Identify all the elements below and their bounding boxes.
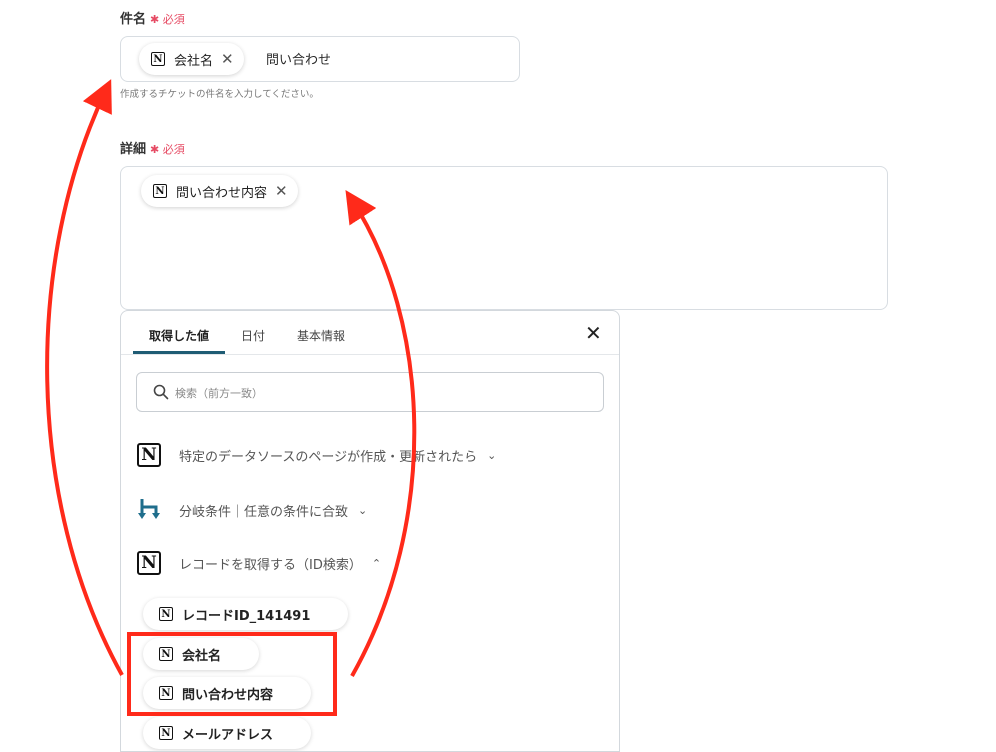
subject-help-text: 作成するチケットの件名を入力してください。 [120, 89, 319, 100]
subject-field[interactable]: N 会社名 ✕ 問い合わせ [120, 36, 520, 82]
tab-retrieved-values[interactable]: 取得した値 [149, 327, 209, 344]
value-item-email[interactable]: N メールアドレス [143, 717, 312, 749]
tab-date[interactable]: 日付 [241, 327, 265, 344]
close-icon[interactable]: ✕ [585, 323, 602, 343]
subject-required-badge: ✱ 必須 [150, 13, 185, 26]
value-picker-panel: 取得した値 日付 基本情報 ✕ 検索（前方一致） N 特定のデータソースのページ… [120, 310, 620, 752]
item-label: メールアドレス [182, 727, 274, 743]
notion-icon: N [159, 686, 173, 700]
tab-basic-info[interactable]: 基本情報 [297, 327, 345, 344]
value-item-company-name[interactable]: N 会社名 [143, 638, 260, 670]
subject-required-text: 必須 [162, 13, 185, 26]
subject-label: 件名 ✱ 必須 [120, 8, 185, 27]
subject-label-text: 件名 [120, 12, 147, 27]
item-label: レコードID_141491 [182, 608, 311, 624]
close-icon[interactable]: ✕ [275, 183, 288, 199]
search-placeholder: 検索（前方一致） [175, 387, 263, 400]
group-get-record[interactable]: N レコードを取得する（ID検索） ⌃ [137, 551, 381, 575]
item-label: 会社名 [182, 648, 222, 664]
subject-chip-label: 会社名 [174, 53, 214, 69]
notion-icon: N [137, 551, 161, 575]
notion-icon: N [159, 607, 173, 621]
arrow-to-subject [45, 79, 124, 676]
group-label: 特定のデータソースのページが作成・更新されたら [179, 449, 478, 465]
notion-icon: N [137, 443, 161, 467]
notion-icon: N [159, 726, 173, 740]
detail-label: 詳細 ✱ 必須 [120, 138, 185, 157]
subject-trailing-text: 問い合わせ [266, 53, 332, 68]
search-input[interactable]: 検索（前方一致） [136, 372, 604, 412]
value-item-record-id[interactable]: N レコードID_141491 [143, 598, 349, 630]
chevron-up-icon: ⌃ [371, 556, 382, 570]
tab-divider [121, 354, 619, 355]
detail-field[interactable]: N 問い合わせ内容 ✕ [120, 166, 888, 310]
item-label: 問い合わせ内容 [182, 687, 274, 703]
group-notion-trigger[interactable]: N 特定のデータソースのページが作成・更新されたら ⌄ [137, 443, 496, 467]
subject-chip[interactable]: N 会社名 ✕ [139, 43, 244, 75]
chevron-down-icon: ⌄ [358, 503, 368, 517]
close-icon[interactable]: ✕ [221, 51, 234, 67]
notion-icon: N [151, 52, 165, 66]
notion-icon: N [159, 647, 173, 661]
value-item-inquiry-content[interactable]: N 問い合わせ内容 [143, 677, 312, 709]
notion-icon: N [153, 184, 167, 198]
detail-chip[interactable]: N 問い合わせ内容 ✕ [141, 175, 298, 207]
group-branch-condition[interactable]: 分岐条件｜任意の条件に合致 ⌄ [137, 497, 367, 523]
detail-required-badge: ✱ 必須 [150, 143, 185, 156]
detail-required-text: 必須 [162, 143, 185, 156]
group-label: レコードを取得する（ID検索） [179, 557, 362, 573]
group-label: 分岐条件｜任意の条件に合致 [179, 504, 349, 520]
detail-chip-label: 問い合わせ内容 [176, 185, 268, 201]
search-icon [153, 384, 169, 400]
branch-icon [138, 499, 160, 519]
chevron-down-icon: ⌄ [487, 448, 497, 462]
detail-label-text: 詳細 [120, 142, 147, 157]
